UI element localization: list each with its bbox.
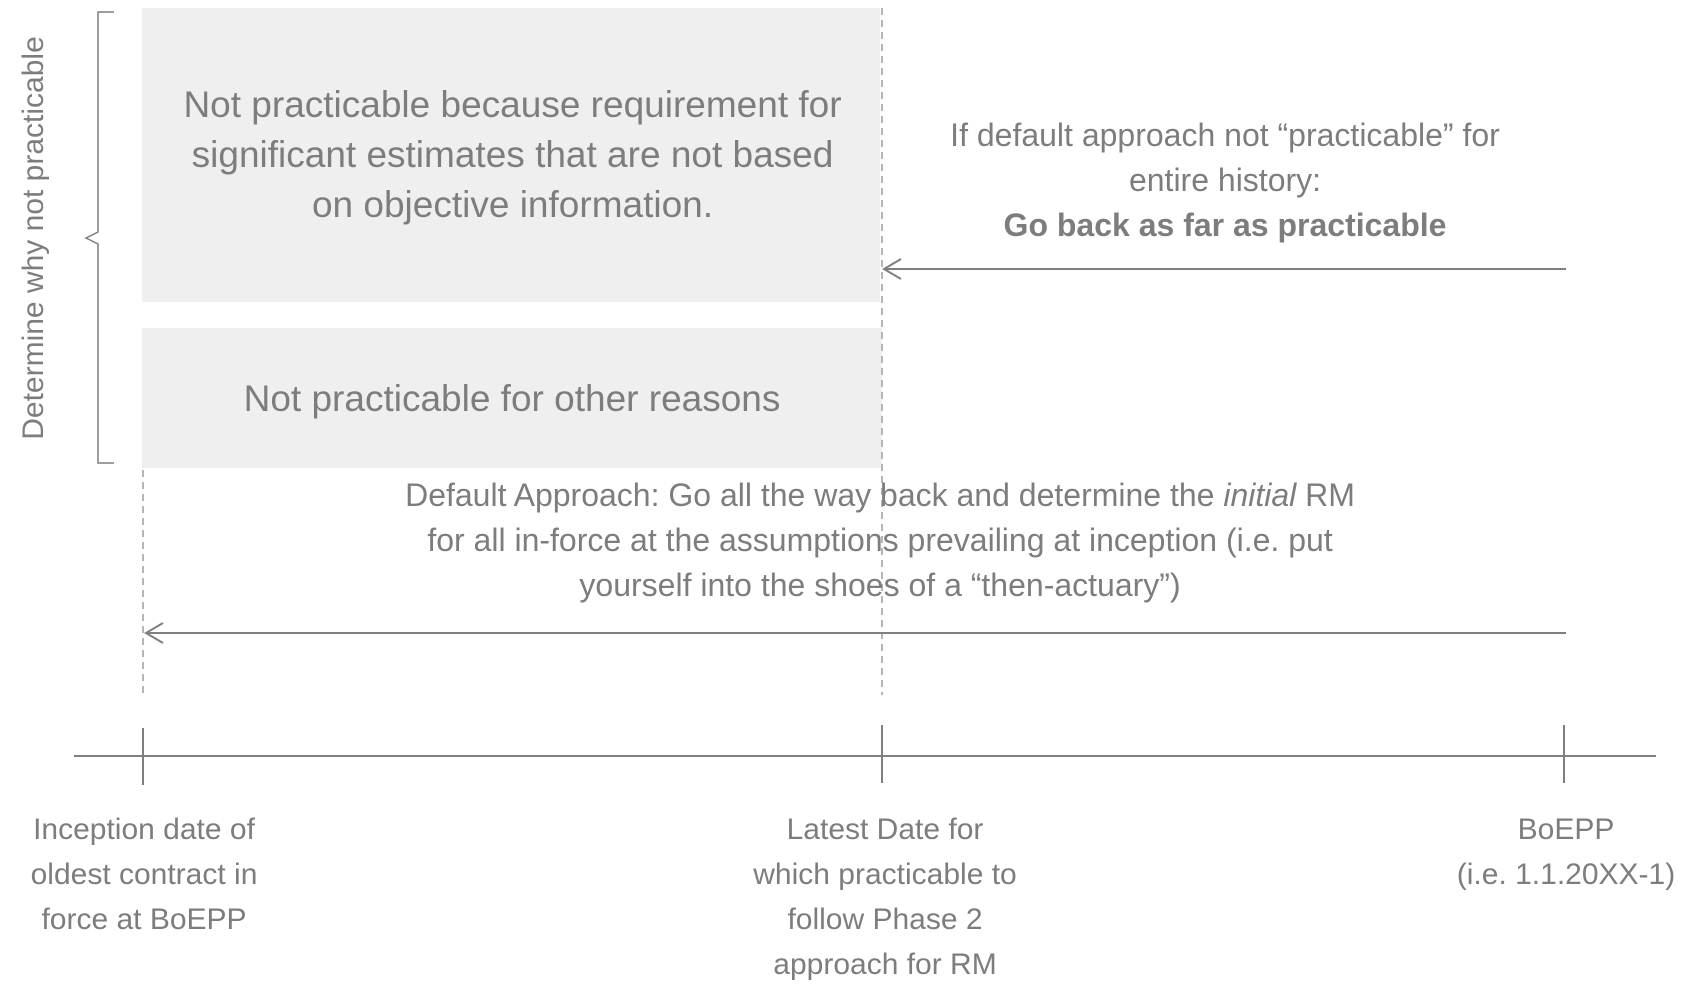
- default-note-line-2: for all in-force at the assumptions prev…: [427, 522, 1333, 558]
- label-latest-date: Latest Date for which practicable to fol…: [753, 813, 1017, 981]
- default-approach-note: Default Approach: Go all the way back an…: [290, 473, 1470, 608]
- partial-note-line-2: entire history:: [1128, 162, 1322, 198]
- partial-note-line-3: Go back as far as practicable: [1003, 207, 1447, 243]
- left-brace: [84, 11, 114, 464]
- label-boepp: BoEPP (i.e. 1.1.20XX-1): [1456, 813, 1676, 891]
- default-note-line-1: Default Approach: Go all the way back an…: [405, 477, 1355, 513]
- label-inception-date: Inception date of oldest contract in for…: [30, 813, 258, 936]
- side-label-determine-why: Determine why not practicable: [17, 36, 50, 440]
- box-significant-estimates-text: Not practicable because requirement for …: [183, 84, 842, 225]
- partial-approach-note: If default approach not “practicable” fo…: [885, 113, 1565, 248]
- box-other-reasons-text: Not practicable for other reasons: [243, 378, 781, 419]
- default-note-line-3: yourself into the shoes of a “then-actua…: [579, 567, 1181, 603]
- partial-note-line-1: If default approach not “practicable” fo…: [950, 117, 1500, 153]
